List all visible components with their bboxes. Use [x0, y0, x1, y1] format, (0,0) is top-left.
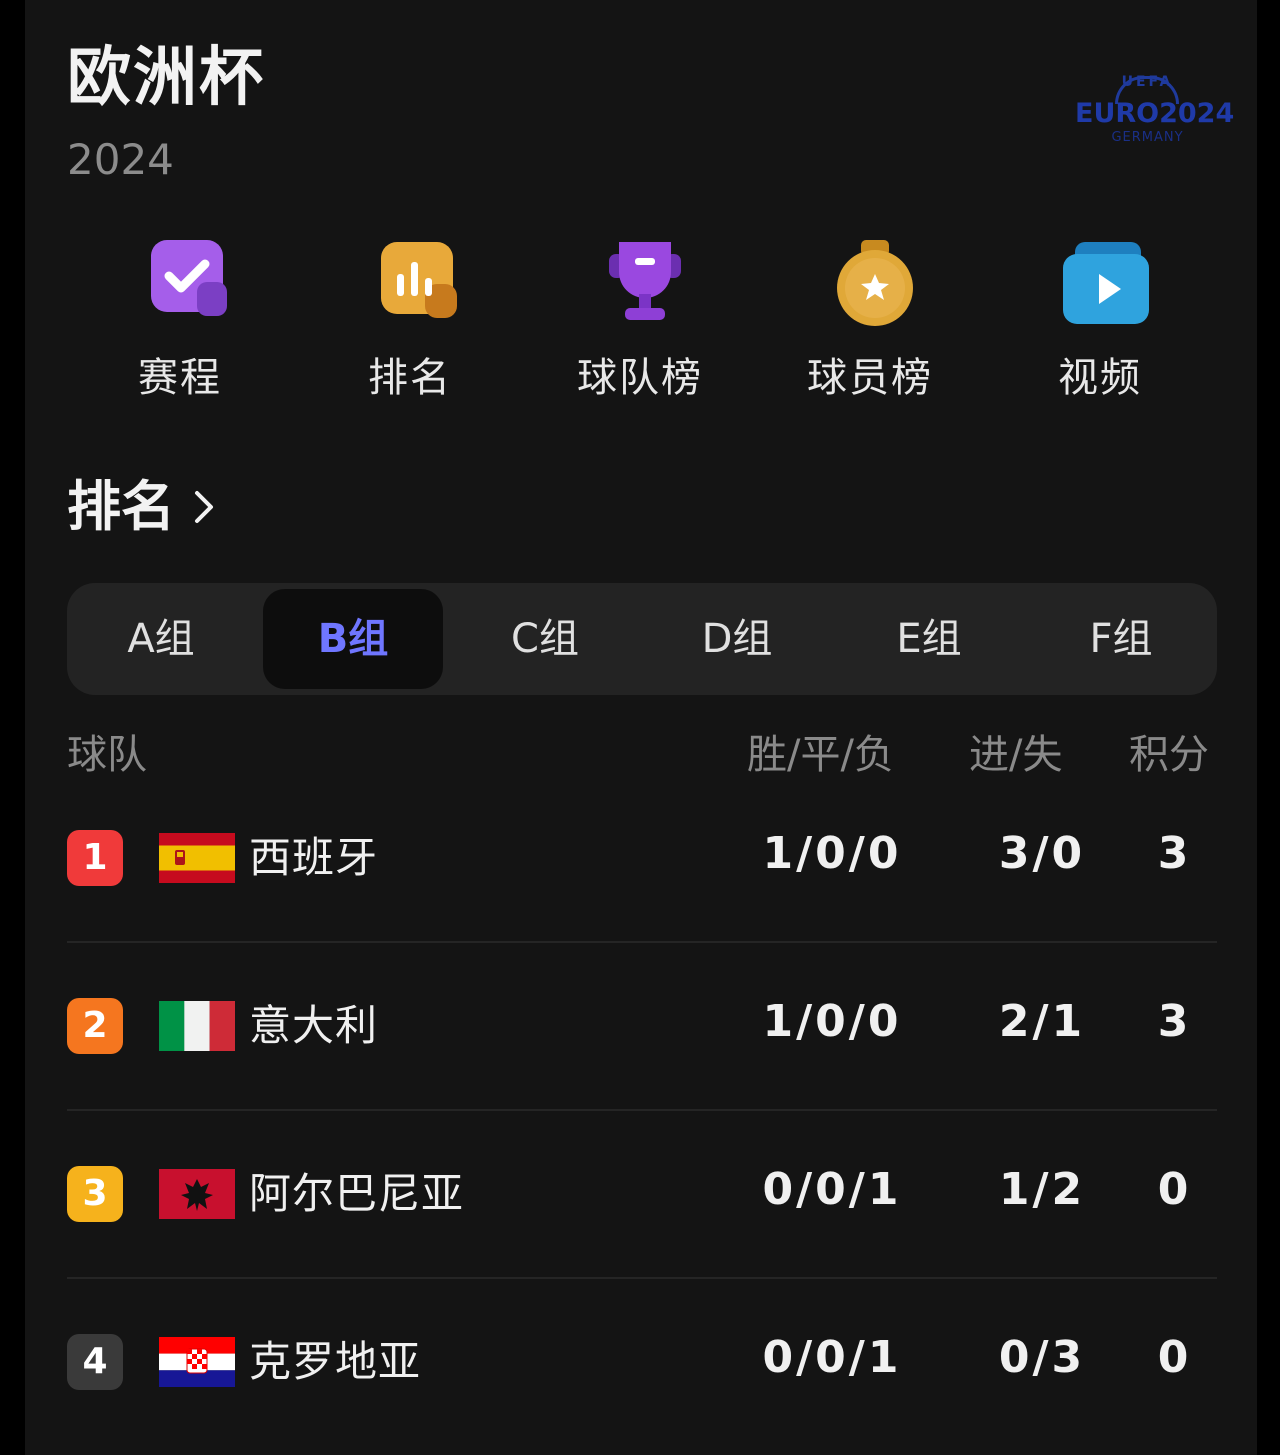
nav-team-rank[interactable]: 球队榜: [525, 232, 755, 422]
app-panel: 欧洲杯 2024 UEFA EURO2024 GERMANY 赛程 排名 球队榜…: [25, 0, 1257, 1455]
team-name: 克罗地亚: [249, 1337, 422, 1386]
tab-group-d[interactable]: D组: [647, 589, 827, 689]
ranking-section-header[interactable]: 排名: [67, 472, 217, 542]
win-draw-loss: 0/0/1: [762, 1332, 902, 1383]
table-row[interactable]: 4 克罗地亚 0/0/1 0/3 0: [67, 1279, 1217, 1447]
tab-group-b[interactable]: B组: [263, 589, 443, 689]
points: 3: [1157, 828, 1192, 879]
team-name: 西班牙: [249, 833, 379, 882]
table-row[interactable]: 1 西班牙 1/0/0 3/0 3: [67, 775, 1217, 943]
spain-flag: [159, 833, 235, 883]
nav-video[interactable]: 视频: [985, 232, 1215, 422]
nav-label: 球员榜: [807, 355, 933, 401]
team-name: 意大利: [249, 1001, 379, 1050]
rank-badge: 2: [67, 998, 123, 1054]
table-row[interactable]: 2 意大利 1/0/0 2/1 3: [67, 943, 1217, 1111]
nav-label: 视频: [1058, 355, 1142, 401]
albania-flag: [159, 1169, 235, 1219]
goals-for-against: 3/0: [998, 828, 1086, 879]
points: 3: [1157, 996, 1192, 1047]
nav-ranking[interactable]: 排名: [295, 232, 525, 422]
trophy-icon: [609, 242, 681, 320]
italy-flag: [159, 1001, 235, 1051]
logo-sub-text: GERMANY: [1111, 130, 1184, 145]
tab-group-f[interactable]: F组: [1031, 589, 1211, 689]
nav-schedule[interactable]: 赛程: [65, 232, 295, 422]
win-draw-loss: 1/0/0: [762, 996, 902, 1047]
goals-for-against: 0/3: [998, 1332, 1086, 1383]
bar-chart-icon: [381, 242, 457, 318]
tab-group-e[interactable]: E组: [839, 589, 1019, 689]
rank-badge: 1: [67, 830, 123, 886]
points: 0: [1157, 1164, 1192, 1215]
nav-label: 球队榜: [577, 355, 703, 401]
rank-badge: 4: [67, 1334, 123, 1390]
table-row[interactable]: 3 阿尔巴尼亚 0/0/1 1/2 0: [67, 1111, 1217, 1279]
play-video-icon: [1063, 242, 1149, 324]
page-title: 欧洲杯: [67, 41, 265, 115]
logo-uefa-text: UEFA: [1121, 74, 1174, 90]
team-name: 阿尔巴尼亚: [249, 1169, 465, 1218]
chevron-right-icon: [195, 491, 213, 523]
points: 0: [1157, 1332, 1192, 1383]
goals-for-against: 1/2: [998, 1164, 1086, 1215]
calendar-check-icon: [151, 240, 227, 316]
rank-badge: 3: [67, 1166, 123, 1222]
group-tabs: A组 B组 C组 D组 E组 F组: [67, 583, 1217, 695]
nav-label: 赛程: [138, 355, 222, 401]
croatia-flag: [159, 1337, 235, 1387]
nav-label: 排名: [368, 355, 452, 401]
tab-group-a[interactable]: A组: [71, 589, 251, 689]
win-draw-loss: 1/0/0: [762, 828, 902, 879]
season-year: 2024: [67, 135, 174, 184]
goals-for-against: 2/1: [998, 996, 1086, 1047]
medal-star-icon: [837, 240, 913, 326]
nav-player-rank[interactable]: 球员榜: [755, 232, 985, 422]
euro2024-logo: UEFA EURO2024 GERMANY: [1075, 74, 1235, 148]
section-title: 排名: [67, 475, 175, 538]
logo-main-text: EURO2024: [1075, 98, 1235, 129]
feature-nav: 赛程 排名 球队榜 球员榜 视频: [65, 232, 1220, 422]
win-draw-loss: 0/0/1: [762, 1164, 902, 1215]
tab-group-c[interactable]: C组: [455, 589, 635, 689]
